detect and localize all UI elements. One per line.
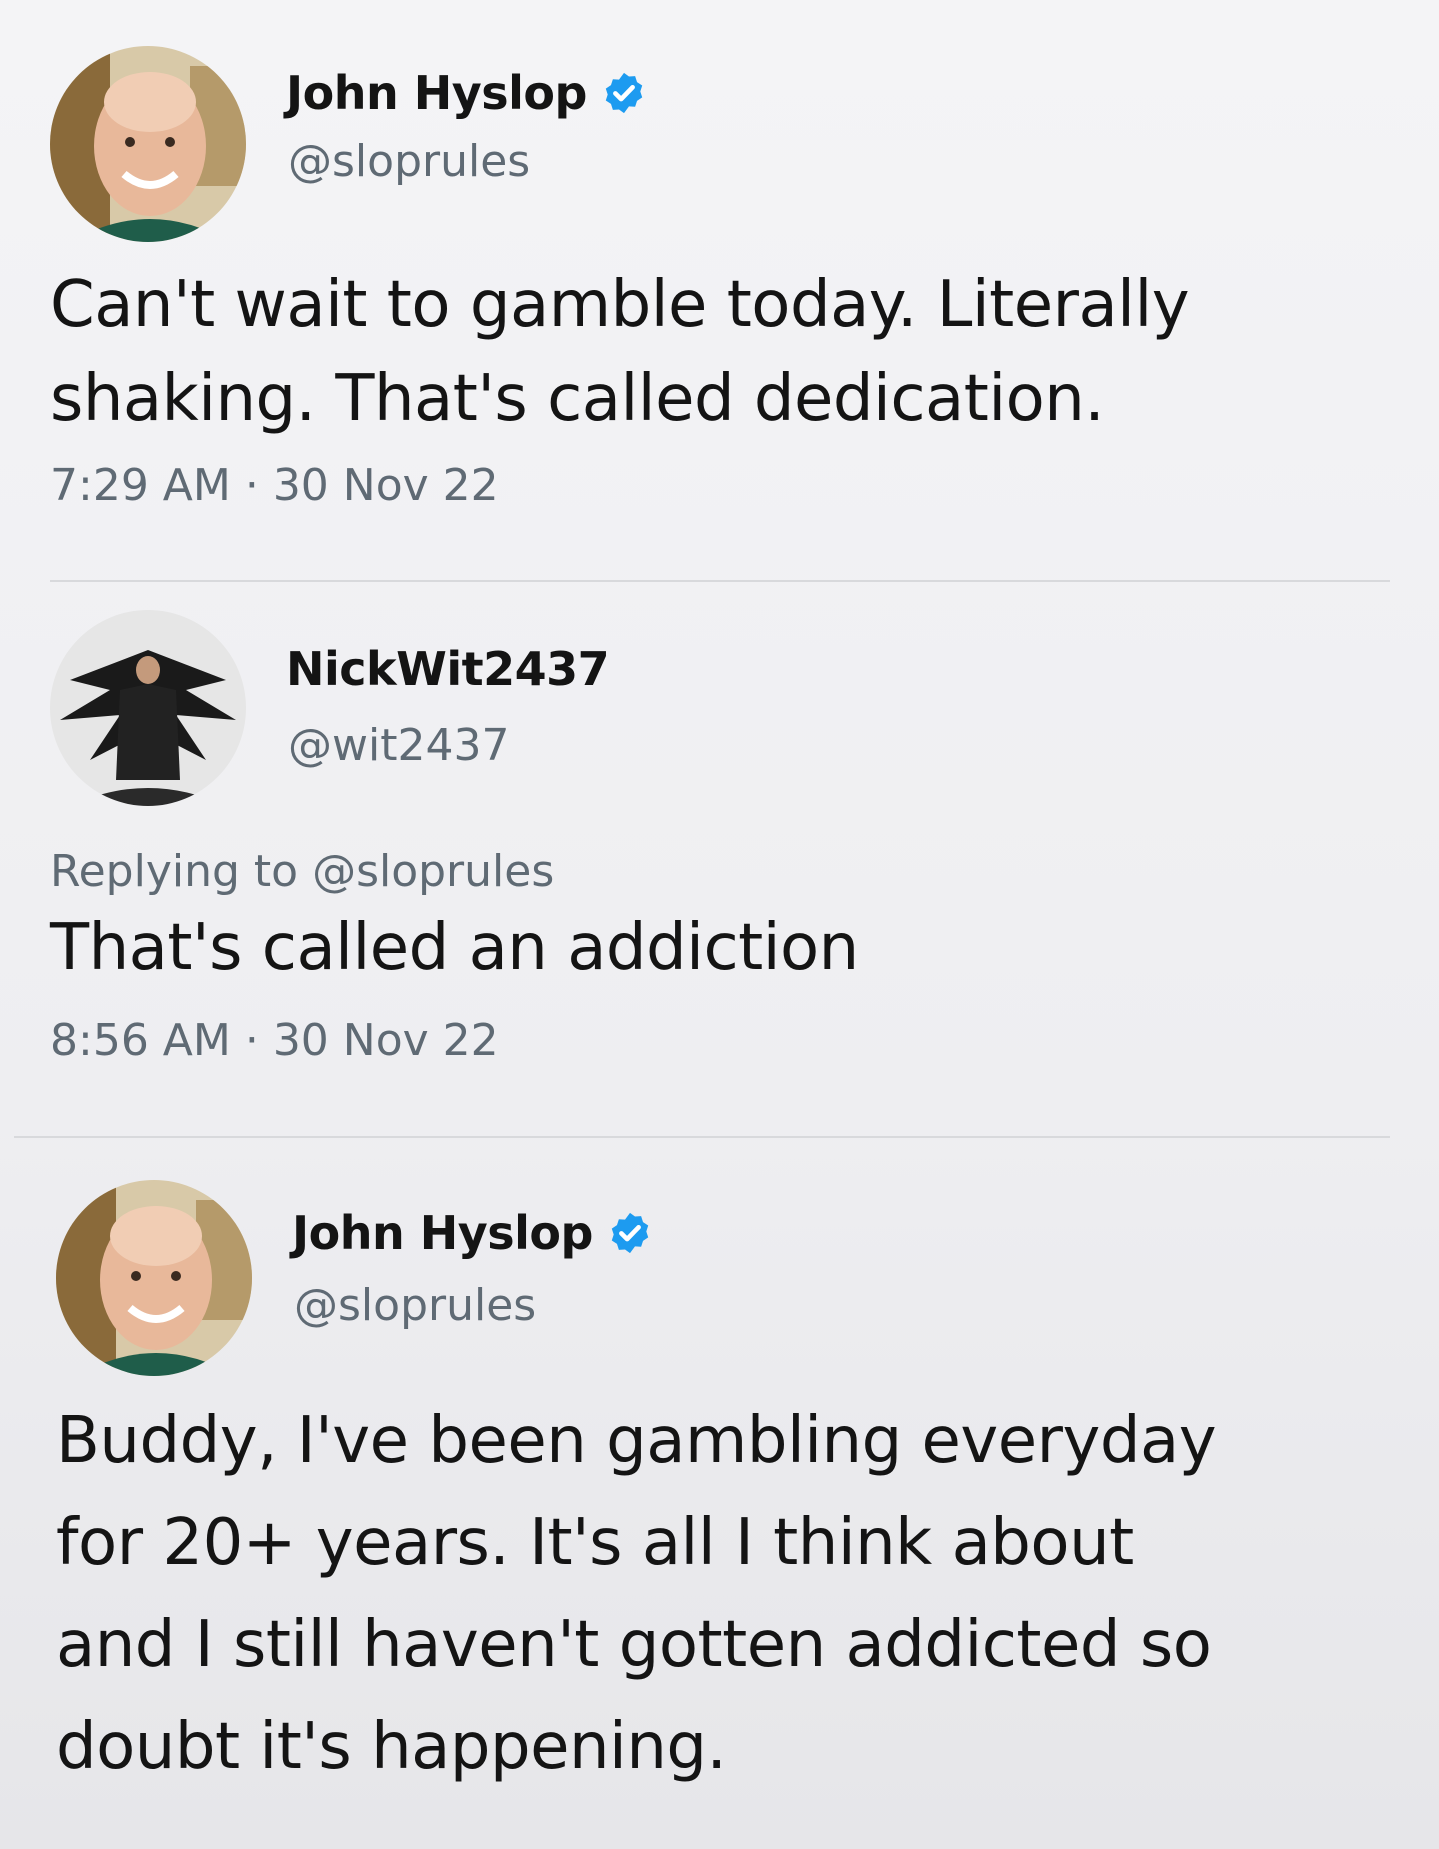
display-name[interactable]: John Hyslop <box>292 1206 593 1260</box>
tweet-text: Can't wait to gamble today. Literally sh… <box>50 258 1390 446</box>
tweet-text-line: shaking. That's called dedication. <box>50 362 1105 436</box>
tweet-header: John Hyslop @sloprules <box>50 46 1390 246</box>
tweet-text-line: Buddy, I've been gambling everyday <box>56 1404 1217 1478</box>
timestamp[interactable]: 8:56 AM · 30 Nov 22 <box>50 1015 1390 1066</box>
display-name[interactable]: NickWit2437 <box>286 642 610 696</box>
divider <box>14 1136 1390 1138</box>
tweet-2: NickWit2437 @wit2437 Replying to @slopru… <box>50 610 1390 1066</box>
name-row: NickWit2437 <box>286 642 610 696</box>
handle[interactable]: @sloprules <box>288 136 530 187</box>
replying-label: Replying to <box>50 846 299 897</box>
avatar[interactable] <box>50 46 246 242</box>
avatar[interactable] <box>50 610 246 806</box>
tweet-text: That's called an addiction <box>50 901 1390 995</box>
tweet-header: NickWit2437 @wit2437 <box>50 610 1390 810</box>
verified-badge-icon <box>601 70 647 116</box>
tweet-text: Buddy, I've been gambling everyday for 2… <box>56 1390 1396 1798</box>
tweet-text-line: for 20+ years. It's all I think about <box>56 1506 1134 1580</box>
verified-badge-icon <box>607 1210 653 1256</box>
display-name[interactable]: John Hyslop <box>286 66 587 120</box>
handle[interactable]: @wit2437 <box>288 720 509 771</box>
name-row: John Hyslop <box>286 66 647 120</box>
tweet-header: John Hyslop @sloprules <box>56 1180 1396 1380</box>
handle[interactable]: @sloprules <box>294 1280 536 1331</box>
tweet-text-line: and I still haven't gotten addicted so <box>56 1608 1212 1682</box>
tweet-text-line: Can't wait to gamble today. Literally <box>50 268 1190 342</box>
divider <box>50 580 1390 582</box>
tweet-text-line: doubt it's happening. <box>56 1710 727 1784</box>
tweet-3: John Hyslop @sloprules Buddy, I've been … <box>56 1180 1396 1798</box>
replying-to: Replying to @sloprules <box>50 846 1390 897</box>
tweet-text-line: That's called an addiction <box>50 911 859 985</box>
tweet-1: John Hyslop @sloprules Can't wait to gam… <box>50 46 1390 511</box>
tweet-thread: John Hyslop @sloprules Can't wait to gam… <box>0 0 1439 1849</box>
replying-mention-link[interactable]: @sloprules <box>312 846 554 897</box>
name-row: John Hyslop <box>292 1206 653 1260</box>
avatar[interactable] <box>56 1180 252 1376</box>
timestamp[interactable]: 7:29 AM · 30 Nov 22 <box>50 460 1390 511</box>
